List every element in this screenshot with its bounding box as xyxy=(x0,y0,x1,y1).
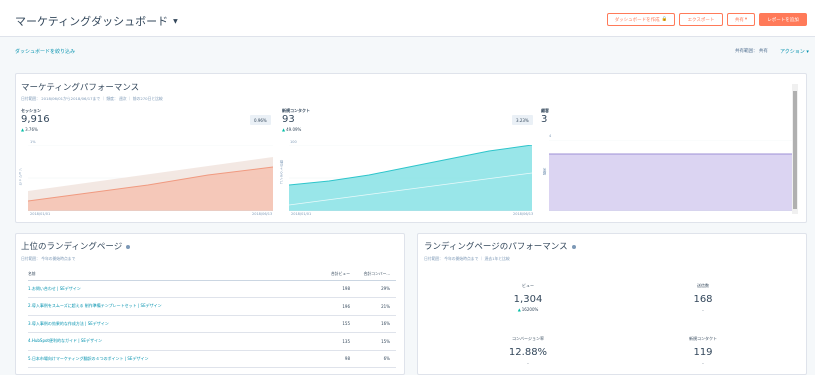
metric-label-views: ビュー xyxy=(522,283,534,288)
table-row: 5.日本市場向けマーケティング翻訳の４つのポイント | SEデザイン 98 6% xyxy=(28,350,396,368)
col-name[interactable]: 名前 xyxy=(28,268,308,281)
customers-chart xyxy=(549,140,792,211)
sessions-y-label: セッション xyxy=(18,168,22,186)
metric-label-conversion: コンバージョン率 xyxy=(512,336,544,341)
caret-down-icon: ▾ xyxy=(806,49,809,55)
table-row: 3.導入事例の効果的な作成方法 | SEデザイン 155 16% xyxy=(28,315,396,333)
contacts-value: 93 xyxy=(282,114,295,125)
metric-value-submissions: 168 xyxy=(693,294,713,305)
views-cell: 196 xyxy=(308,297,356,316)
contacts-chart xyxy=(289,145,532,211)
caret-down-icon: ▾ xyxy=(744,17,748,22)
top-bar: マーケティングダッシュボード ▼ ダッシュボードを作成 🔒 エクスポート 共有 … xyxy=(0,0,815,37)
metric-sub-submissions: - xyxy=(702,308,704,313)
page-link[interactable]: 5.日本市場向けマーケティング翻訳の４つのポイント | SEデザイン xyxy=(28,350,308,368)
actions-dropdown[interactable]: アクション ▾ xyxy=(780,48,809,55)
contacts-x-start: 2018/01/01 xyxy=(291,212,312,216)
contacts-y-label: コンタクトの数 xyxy=(279,160,283,185)
rate-cell: 21% xyxy=(356,297,396,316)
add-report-button[interactable]: レポートを追加 xyxy=(759,13,807,26)
rate-cell: 6% xyxy=(356,350,396,368)
contacts-y-top: 100 xyxy=(290,140,297,144)
page-link[interactable]: 2.導入事例をスムーズに超える 制作準備テンプレートセット | SEデザイン xyxy=(28,297,308,316)
up-arrow-icon: ▲ xyxy=(517,307,521,312)
contacts-badge: 3.23% xyxy=(512,115,533,125)
metric-label-submissions: 送信数 xyxy=(697,283,709,288)
sessions-chart xyxy=(28,145,273,211)
table-row: 2.導入事例をスムーズに超える 制作準備テンプレートセット | SEデザイン 1… xyxy=(28,297,396,316)
customers-value: 3 xyxy=(541,114,548,125)
views-cell: 135 xyxy=(308,332,356,351)
date-range-meta: 日付範囲： 2018/06/01から2018/06/17まで ｜ 頻度： 週次 … xyxy=(21,96,163,101)
landing-pages-table: 名前 合計ビュー 合計コンバー... 1.お問い合わせ | SEデザイン 198… xyxy=(28,268,396,368)
page-link[interactable]: 4.HubSpot便利的なガイド | SEデザイン xyxy=(28,332,308,351)
landing-pages-meta: 日付範囲： 今年の開始時点まで xyxy=(21,256,76,261)
page-link[interactable]: 1.お問い合わせ | SEデザイン xyxy=(28,280,308,298)
table-row: 1.お問い合わせ | SEデザイン 198 29% xyxy=(28,280,396,298)
info-icon[interactable] xyxy=(571,244,576,249)
share-button[interactable]: 共有 ▾ xyxy=(727,13,755,26)
metric-sub-new-contacts: - xyxy=(702,361,704,366)
views-cell: 198 xyxy=(308,280,356,298)
caret-down-icon: ▼ xyxy=(173,17,178,25)
card-title: マーケティングパフォーマンス xyxy=(21,83,140,93)
sessions-badge: 0.96% xyxy=(250,115,271,125)
rate-cell: 16% xyxy=(356,315,396,333)
shared-scope-label: 共有範囲： 共有 xyxy=(735,49,768,54)
customers-area xyxy=(549,154,792,211)
lp-performance-title: ランディングページのパフォーマンス xyxy=(424,240,576,252)
metric-value-views: 1,304 xyxy=(513,294,543,305)
metric-value-new-contacts: 119 xyxy=(693,347,713,358)
landing-page-performance-card xyxy=(417,233,807,375)
filter-dashboard-link[interactable]: ダッシュボードを絞り込み xyxy=(15,48,75,55)
lock-icon: 🔒 xyxy=(661,17,668,22)
col-rate[interactable]: 合計コンバー... xyxy=(356,268,396,281)
sessions-y-top: 1% xyxy=(30,140,36,144)
dashboard-selector[interactable]: マーケティングダッシュボード ▼ xyxy=(15,13,178,29)
create-dashboard-button[interactable]: ダッシュボードを作成 🔒 xyxy=(607,13,675,26)
export-button[interactable]: エクスポート xyxy=(679,13,723,26)
metric-sub-views: ▲16200% xyxy=(517,307,539,312)
sessions-x-start: 2018/01/01 xyxy=(30,212,51,216)
sessions-x-end: 2018/06/13 xyxy=(252,212,273,216)
views-cell: 155 xyxy=(308,315,356,333)
sessions-value: 9,916 xyxy=(21,114,50,125)
table-row: 4.HubSpot便利的なガイド | SEデザイン 135 15% xyxy=(28,332,396,351)
scrollbar-thumb[interactable] xyxy=(793,91,797,209)
contacts-x-end: 2018/06/13 xyxy=(513,212,534,216)
top-landing-pages-title: 上位のランディングページ xyxy=(21,240,131,252)
page-link[interactable]: 3.導入事例の効果的な作成方法 | SEデザイン xyxy=(28,315,308,333)
rate-cell: 29% xyxy=(356,280,396,298)
dashboard-title: マーケティングダッシュボード xyxy=(15,15,169,28)
col-views[interactable]: 合計ビュー xyxy=(308,268,356,281)
up-arrow-icon: ▲ xyxy=(282,127,286,132)
up-arrow-icon: ▲ xyxy=(21,127,25,132)
customers-y-label: 顧客 xyxy=(542,168,546,175)
rate-cell: 15% xyxy=(356,332,396,351)
metric-sub-conversion: - xyxy=(527,361,529,366)
contacts-delta: ▲49.09% xyxy=(282,127,302,132)
metric-value-conversion: 12.88% xyxy=(508,347,548,358)
lp-performance-meta: 日付範囲： 今年の開始時点まで ｜ 過去1年と比較 xyxy=(424,256,510,261)
info-icon[interactable] xyxy=(126,244,131,249)
sessions-delta: ▲3.76% xyxy=(21,127,38,132)
customers-y-top: 4 xyxy=(549,134,552,138)
views-cell: 98 xyxy=(308,350,356,368)
metric-label-new-contacts: 新規コンタクト xyxy=(689,336,717,341)
